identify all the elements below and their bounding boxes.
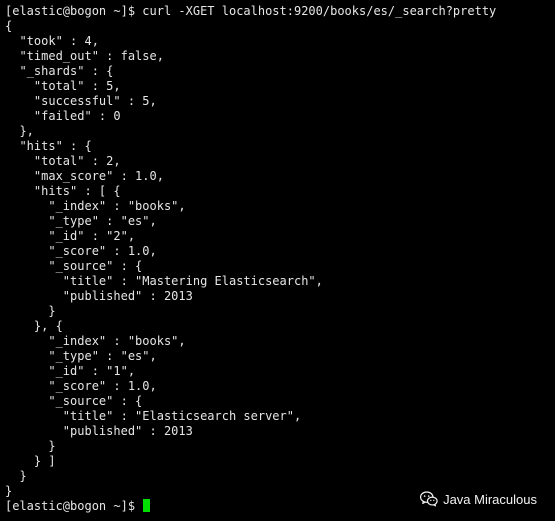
wechat-icon	[420, 491, 438, 507]
json-output-line: "_source" : {	[5, 259, 143, 273]
json-output-line: "hits" : [ {	[5, 184, 121, 198]
watermark: Java Miraculous	[420, 491, 537, 507]
terminal-window[interactable]: [elastic@bogon ~]$ curl -XGET localhost:…	[0, 0, 555, 521]
json-output-line: "total" : 2,	[5, 154, 121, 168]
terminal-output: [elastic@bogon ~]$ curl -XGET localhost:…	[5, 4, 553, 514]
json-output-line: "max_score" : 1.0,	[5, 169, 164, 183]
json-output-line: "_type" : "es",	[5, 214, 157, 228]
shell-prompt: [elastic@bogon ~]$	[5, 499, 143, 513]
json-output-line: "failed" : 0	[5, 109, 121, 123]
json-output-line: "total" : 5,	[5, 79, 121, 93]
json-output-line: "_score" : 1.0,	[5, 244, 157, 258]
json-output-line: "title" : "Mastering Elasticsearch",	[5, 274, 323, 288]
json-output-line: }	[5, 439, 56, 453]
json-output-line: "_source" : {	[5, 394, 143, 408]
json-output-line: "_index" : "books",	[5, 334, 186, 348]
watermark-text: Java Miraculous	[443, 491, 537, 507]
terminal-line-command: [elastic@bogon ~]$ curl -XGET localhost:…	[5, 4, 497, 18]
json-output-line: "took" : 4,	[5, 34, 99, 48]
json-output-line: "published" : 2013	[5, 424, 193, 438]
json-output-line: "_shards" : {	[5, 64, 114, 78]
json-output-line: "successful" : 5,	[5, 94, 157, 108]
json-output-line: "_index" : "books",	[5, 199, 186, 213]
json-output-line: "_score" : 1.0,	[5, 379, 157, 393]
json-output-line: "title" : "Elasticsearch server",	[5, 409, 302, 423]
json-output-line: "timed_out" : false,	[5, 49, 164, 63]
json-output-line: "published" : 2013	[5, 289, 193, 303]
json-output-line: }	[5, 304, 56, 318]
json-output-line: "_type" : "es",	[5, 349, 157, 363]
json-output-line: } ]	[5, 454, 56, 468]
json-output-line: }	[5, 469, 27, 483]
json-output-line: },	[5, 124, 34, 138]
json-output-line: }, {	[5, 319, 63, 333]
json-output-line: {	[5, 19, 13, 33]
json-output-line: "hits" : {	[5, 139, 92, 153]
json-output-line: "_id" : "2",	[5, 229, 136, 243]
text-cursor	[143, 499, 151, 512]
json-output-line: "_id" : "1",	[5, 364, 136, 378]
